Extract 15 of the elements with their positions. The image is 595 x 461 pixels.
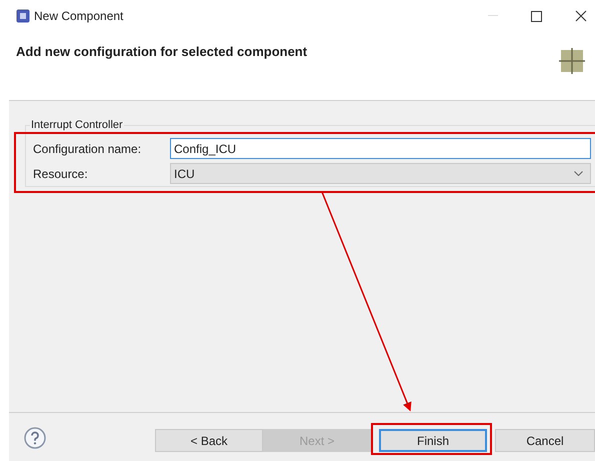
close-icon[interactable] <box>575 10 587 22</box>
field-label: Configuration name: <box>33 140 142 158</box>
dialog-button[interactable]: < Back <box>155 429 263 452</box>
window-title: New Component <box>34 8 124 25</box>
dialog-button[interactable]: Cancel <box>495 429 595 452</box>
app-icon <box>16 9 30 23</box>
maximize-icon[interactable] <box>531 10 542 22</box>
field-label: Resource: <box>33 166 89 182</box>
help-icon[interactable] <box>24 427 46 449</box>
chevron-icon <box>574 171 583 176</box>
grid-icon <box>559 48 585 74</box>
dialog-button[interactable]: Finish <box>379 429 487 452</box>
resource-dropdown[interactable]: ICU <box>170 163 591 184</box>
header-title: Add new configuration for selected component <box>16 43 308 61</box>
input-field[interactable]: Config_ICU <box>170 138 591 159</box>
